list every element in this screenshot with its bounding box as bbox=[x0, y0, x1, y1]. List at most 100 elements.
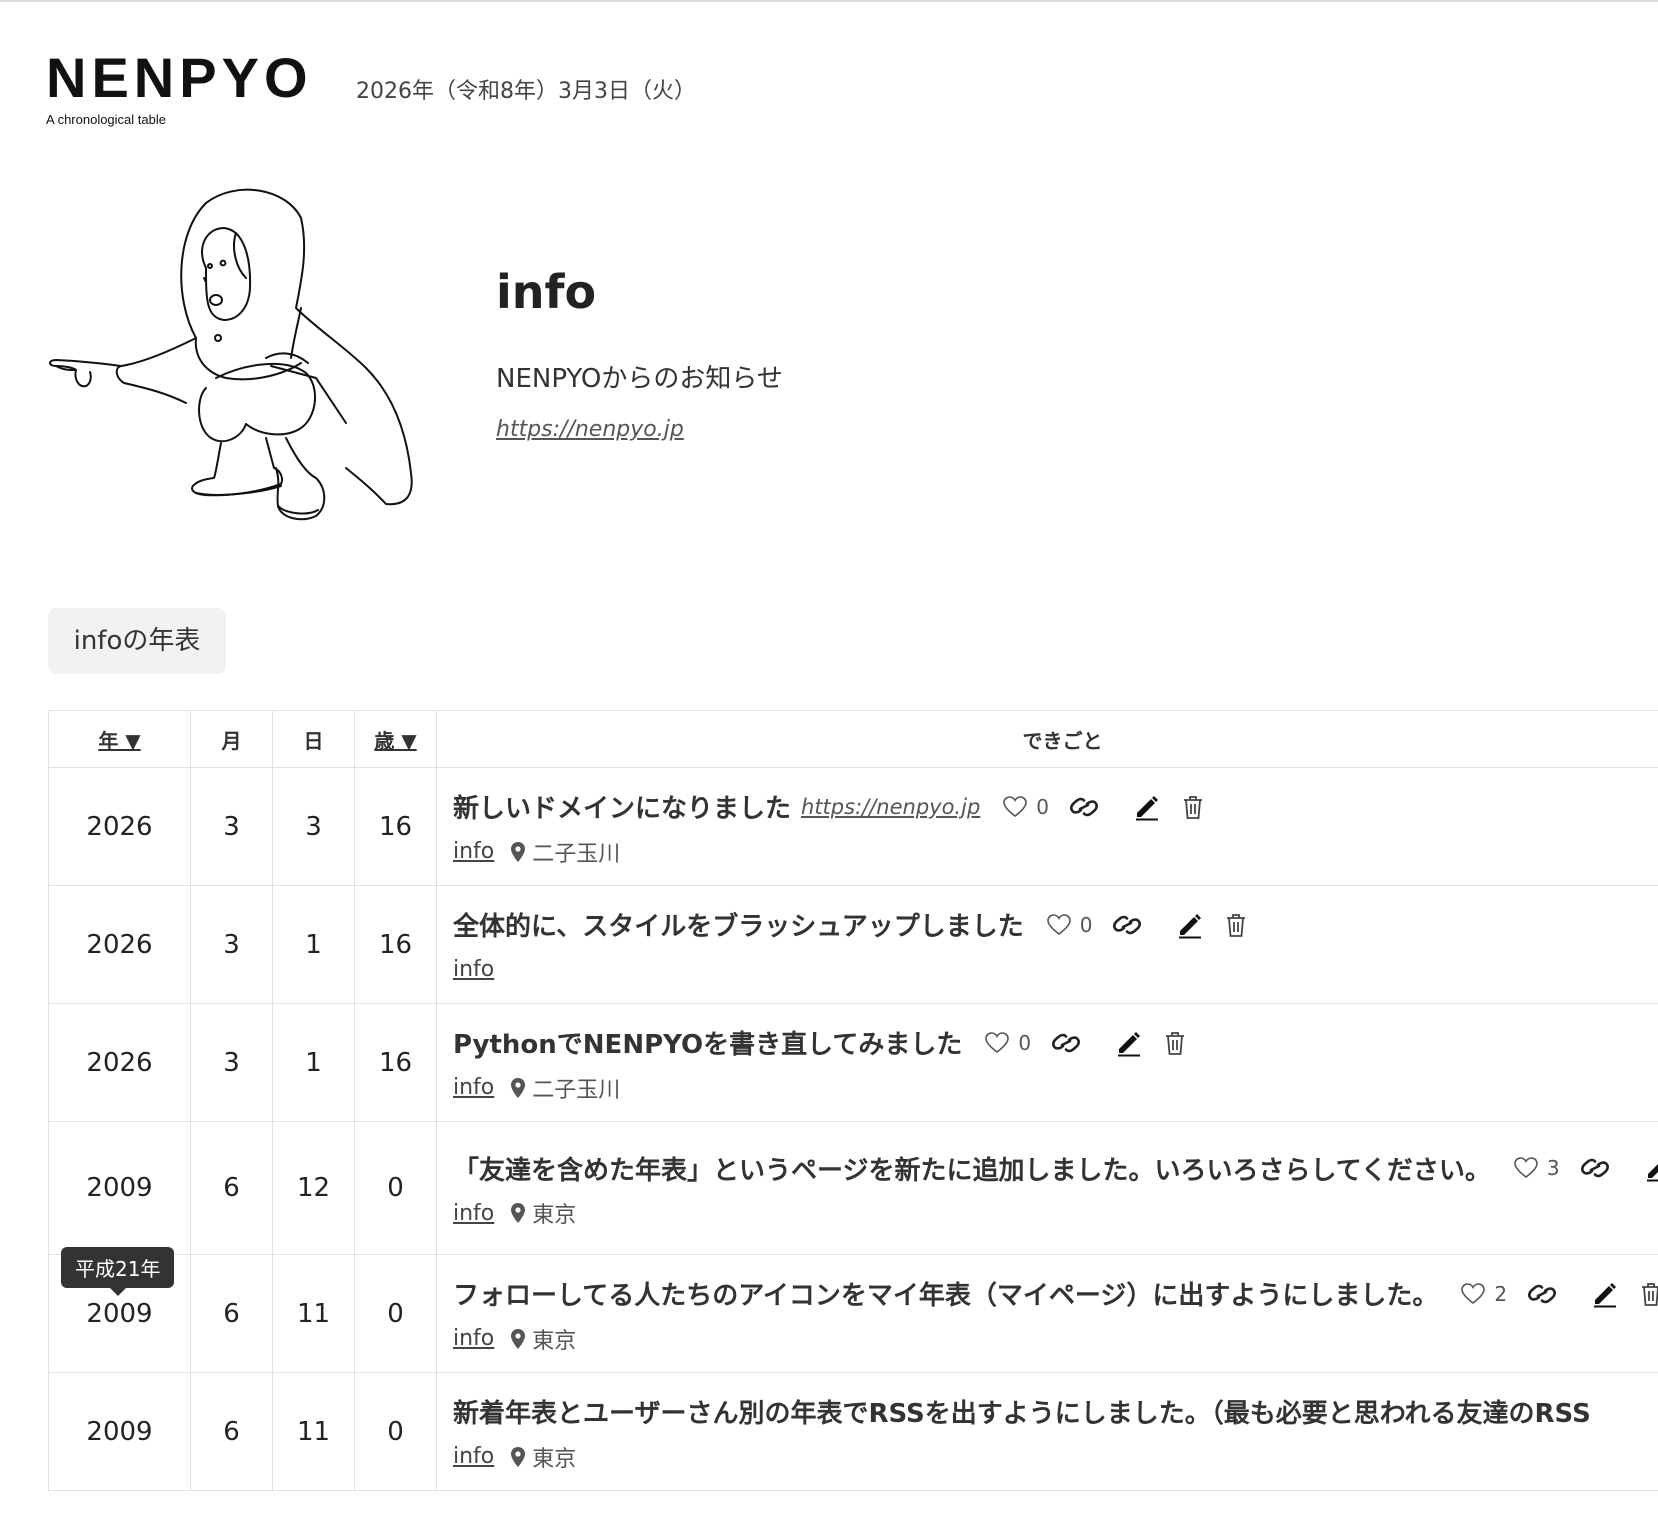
delete-trash-icon[interactable] bbox=[1224, 912, 1248, 938]
edit-pencil-icon[interactable] bbox=[1176, 911, 1204, 939]
profile-name: info bbox=[496, 265, 597, 319]
event-meta-line: info bbox=[453, 955, 1658, 985]
current-date: 2026年（令和8年）3月3日（火） bbox=[356, 79, 696, 104]
edit-pencil-icon[interactable] bbox=[1644, 1154, 1658, 1182]
event-place: 二子玉川 bbox=[532, 841, 621, 867]
column-header-age-sort[interactable]: 歳 ▼ bbox=[354, 710, 437, 768]
table-row: 2009 6 12 0 「友達を含めた年表」というページを新たに追加しました。いろいろさ… bbox=[48, 1121, 1658, 1255]
event-cell: 新着年表とユーザーさん別の年表でRSSを出すようにしました。（最も必要と思われる… bbox=[436, 1372, 1658, 1491]
like-count: 0 bbox=[1036, 794, 1050, 819]
event-title-line: 新しいドメインになりました https://nenpyo.jp 0 bbox=[453, 787, 1658, 827]
event-title-line: 全体的に、スタイルをブラッシュアップしました 0 bbox=[453, 905, 1658, 945]
top-border bbox=[0, 0, 1658, 2]
edit-pencil-icon[interactable] bbox=[1115, 1029, 1143, 1057]
edit-pencil-icon[interactable] bbox=[1133, 793, 1161, 821]
event-user-link[interactable]: info bbox=[453, 1075, 494, 1100]
event-location: 二子玉川 bbox=[510, 836, 620, 868]
site-logo[interactable]: NENPYO A chronological table bbox=[46, 50, 313, 128]
map-pin-icon bbox=[510, 1446, 526, 1468]
year-cell: 2009 平成21年 bbox=[48, 1247, 191, 1373]
avatar-illustration bbox=[49, 188, 413, 521]
like-count: 2 bbox=[1494, 1281, 1508, 1306]
edit-pencil-icon[interactable] bbox=[1591, 1280, 1619, 1308]
event-title-line: 「友達を含めた年表」というページを新たに追加しました。いろいろさらしてください。… bbox=[453, 1148, 1658, 1188]
year-cell: 2026 bbox=[48, 885, 191, 1004]
month-cell: 6 bbox=[190, 1121, 273, 1255]
map-pin-icon bbox=[510, 1202, 526, 1224]
age-cell: 0 bbox=[354, 1121, 437, 1255]
day-cell: 12 bbox=[272, 1121, 355, 1255]
delete-trash-icon[interactable] bbox=[1163, 1030, 1187, 1056]
event-user-link[interactable]: info bbox=[453, 839, 494, 864]
table-row: 2026 3 1 16 PythonでNENPYOを書き直してみました 0 info 二子玉川 bbox=[48, 1003, 1658, 1122]
table-row: 2009 平成21年 6 11 0 フォローしてる人たちのアイコンをマイ年表（マイページ）… bbox=[48, 1247, 1658, 1373]
age-cell: 16 bbox=[354, 885, 437, 1004]
age-cell: 16 bbox=[354, 1003, 437, 1122]
map-pin-icon bbox=[510, 1328, 526, 1350]
month-cell: 3 bbox=[190, 1003, 273, 1122]
day-cell: 11 bbox=[272, 1254, 355, 1373]
column-header-year-sort[interactable]: 年 ▼ bbox=[48, 710, 191, 768]
column-header-day: 日 bbox=[272, 710, 355, 768]
permalink-icon[interactable] bbox=[1112, 912, 1142, 938]
heart-icon[interactable] bbox=[1002, 795, 1028, 818]
event-place: 東京 bbox=[532, 1203, 577, 1228]
day-cell: 1 bbox=[272, 885, 355, 1004]
event-meta-line: info 二子玉川 bbox=[453, 837, 1658, 867]
event-cell: 新しいドメインになりました https://nenpyo.jp 0 info 二子玉川 bbox=[436, 767, 1658, 886]
month-cell: 3 bbox=[190, 767, 273, 886]
table-header-row: 年 ▼ 月 日 歳 ▼ できごと bbox=[48, 710, 1658, 768]
event-user-link[interactable]: info bbox=[453, 1326, 494, 1351]
event-title: 新しいドメインになりました bbox=[453, 794, 792, 824]
permalink-icon[interactable] bbox=[1051, 1030, 1081, 1056]
age-cell: 0 bbox=[354, 1372, 437, 1491]
logo-title[interactable]: NENPYO bbox=[46, 50, 313, 106]
map-pin-icon bbox=[510, 841, 526, 863]
like-count: 0 bbox=[1018, 1030, 1032, 1055]
delete-trash-icon[interactable] bbox=[1181, 794, 1205, 820]
year-cell: 2009 bbox=[48, 1372, 191, 1491]
event-user-link[interactable]: info bbox=[453, 957, 494, 982]
event-place: 東京 bbox=[532, 1446, 577, 1472]
day-cell: 1 bbox=[272, 1003, 355, 1122]
event-link[interactable]: https://nenpyo.jp bbox=[801, 795, 980, 819]
event-user-link[interactable]: info bbox=[453, 1444, 494, 1469]
age-cell: 16 bbox=[354, 767, 437, 886]
table-row: 2026 3 1 16 全体的に、スタイルをブラッシュアップしました 0 info bbox=[48, 885, 1658, 1004]
heart-icon[interactable] bbox=[1513, 1157, 1539, 1179]
chronology-table: 年 ▼ 月 日 歳 ▼ できごと 2026 3 3 16 新しいドメインになりました ht… bbox=[48, 710, 1658, 1491]
age-cell: 0 bbox=[354, 1254, 437, 1373]
event-location: 東京 bbox=[510, 1197, 576, 1229]
day-cell: 11 bbox=[272, 1372, 355, 1491]
heart-icon[interactable] bbox=[984, 1031, 1010, 1054]
profile-url-link[interactable]: https://nenpyo.jp bbox=[496, 417, 684, 442]
delete-trash-icon[interactable] bbox=[1639, 1281, 1658, 1307]
day-cell: 3 bbox=[272, 767, 355, 886]
event-location: 東京 bbox=[510, 1323, 576, 1355]
map-pin-icon bbox=[510, 1077, 526, 1099]
profile-description: NENPYOからのお知らせ bbox=[496, 364, 783, 394]
event-title-line: フォローしてる人たちのアイコンをマイ年表（マイページ）に出すようにしました。 2 bbox=[453, 1274, 1658, 1314]
logo-subtitle: A chronological table bbox=[46, 112, 166, 127]
event-meta-line: info 東京 bbox=[453, 1197, 1658, 1229]
heart-icon[interactable] bbox=[1046, 913, 1072, 936]
like-count: 0 bbox=[1079, 912, 1093, 937]
column-header-month: 月 bbox=[190, 710, 273, 768]
event-place: 二子玉川 bbox=[532, 1077, 621, 1103]
event-cell: フォローしてる人たちのアイコンをマイ年表（マイページ）に出すようにしました。 2 i… bbox=[436, 1254, 1658, 1373]
event-meta-line: info 東京 bbox=[453, 1324, 1658, 1354]
table-row: 2026 3 3 16 新しいドメインになりました https://nenpyo.jp 0 i… bbox=[48, 767, 1658, 886]
event-location: 東京 bbox=[510, 1441, 576, 1473]
permalink-icon[interactable] bbox=[1527, 1281, 1557, 1307]
permalink-icon[interactable] bbox=[1069, 794, 1099, 820]
event-location: 二子玉川 bbox=[510, 1072, 620, 1104]
event-cell: 「友達を含めた年表」というページを新たに追加しました。いろいろさらしてください。… bbox=[436, 1121, 1658, 1255]
event-user-link[interactable]: info bbox=[453, 1201, 494, 1226]
permalink-icon[interactable] bbox=[1580, 1155, 1610, 1181]
year-cell: 2009 bbox=[48, 1121, 191, 1255]
timeline-tab[interactable]: infoの年表 bbox=[48, 608, 226, 674]
month-cell: 6 bbox=[190, 1372, 273, 1491]
era-tooltip: 平成21年 bbox=[61, 1247, 175, 1296]
event-title: フォローしてる人たちのアイコンをマイ年表（マイページ）に出すようにしました。 bbox=[453, 1281, 1439, 1311]
heart-icon[interactable] bbox=[1460, 1282, 1486, 1305]
